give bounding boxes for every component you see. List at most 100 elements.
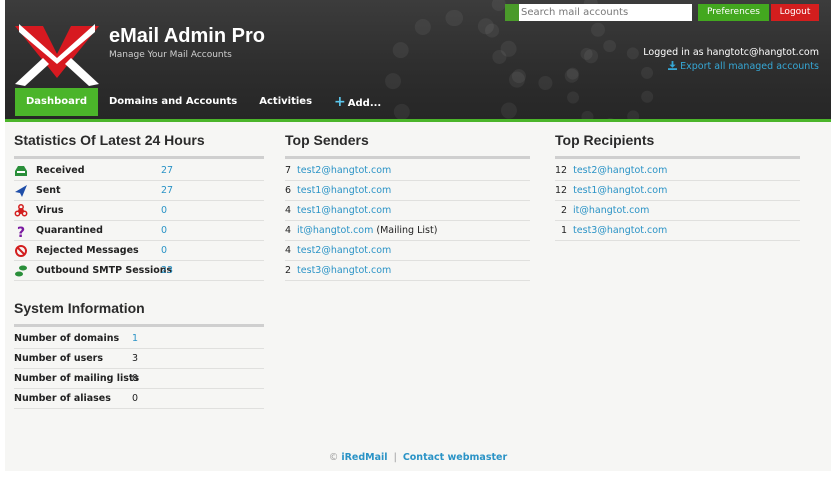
stat-row-sent: Sent 27 — [14, 181, 264, 201]
nav-domains-accounts[interactable]: Domains and Accounts — [98, 88, 248, 116]
top-senders-panel: Top Senders 7 test2@hangtot.com 6 test1@… — [285, 132, 530, 281]
sysinfo-row-aliases: Number of aliases 0 — [14, 389, 264, 409]
sysinfo-row-domains: Number of domains 1 — [14, 329, 264, 349]
search-icon — [505, 4, 519, 21]
download-icon — [668, 61, 678, 70]
product-link[interactable]: iRedMail — [341, 452, 387, 463]
svg-text:?: ? — [17, 225, 25, 238]
sender-count: 6 — [285, 185, 292, 196]
stat-label: Virus — [36, 205, 64, 216]
sysinfo-label: Number of aliases — [14, 393, 111, 404]
list-item: 2 it@hangtot.com — [555, 201, 800, 221]
received-icon — [15, 165, 27, 176]
export-accounts-link[interactable]: Export all managed accounts — [668, 61, 819, 72]
statistics-title: Statistics Of Latest 24 Hours — [14, 132, 205, 148]
app-tagline: Manage Your Mail Accounts — [109, 50, 232, 60]
divider — [285, 156, 530, 159]
stat-value-link[interactable]: 0 — [161, 245, 167, 256]
smtp-icon — [15, 265, 27, 276]
export-label: Export all managed accounts — [680, 61, 819, 72]
sender-count: 4 — [285, 245, 292, 256]
virus-icon — [14, 203, 28, 216]
sysinfo-value: 3 — [132, 353, 139, 364]
list-item: 12 test1@hangtot.com — [555, 181, 800, 201]
footer-separator: | — [393, 452, 397, 463]
contact-webmaster-link[interactable]: Contact webmaster — [403, 452, 507, 463]
nav-dashboard[interactable]: Dashboard — [15, 88, 98, 116]
mailing-list-note: (Mailing List) — [376, 225, 438, 236]
recipient-address-link[interactable]: test3@hangtot.com — [573, 225, 667, 236]
stat-label: Received — [36, 165, 85, 176]
recipient-count: 1 — [561, 225, 568, 236]
sysinfo-row-users: Number of users 3 — [14, 349, 264, 369]
nav-activities[interactable]: Activities — [248, 88, 323, 116]
nav-add[interactable]: + Add... — [323, 88, 392, 116]
sysinfo-label: Number of mailing lists — [14, 373, 140, 384]
system-info-panel: System Information Number of domains 1 N… — [14, 300, 264, 409]
nav-add-label: Add... — [347, 98, 382, 109]
logged-in-status: Logged in as hangtotc@hangtot.com — [643, 47, 819, 58]
stat-label: Quarantined — [36, 225, 103, 236]
app-title: eMail Admin Pro — [109, 25, 265, 47]
list-item: 4 test2@hangtot.com — [285, 241, 530, 261]
sender-count: 2 — [285, 265, 292, 276]
stat-value-link[interactable]: 23 — [161, 265, 173, 276]
divider — [14, 324, 264, 327]
dashboard-content: Statistics Of Latest 24 Hours Received 2… — [5, 122, 831, 471]
sysinfo-value: 0 — [132, 373, 139, 384]
list-item: 6 test1@hangtot.com — [285, 181, 530, 201]
stat-value-link[interactable]: 27 — [161, 185, 173, 196]
recipient-count: 12 — [555, 185, 568, 196]
sysinfo-value-link[interactable]: 1 — [132, 333, 138, 344]
rejected-icon — [15, 244, 27, 257]
list-item: 4 it@hangtot.com (Mailing List) — [285, 221, 530, 241]
stat-value-link[interactable]: 0 — [161, 225, 167, 236]
sysinfo-label: Number of domains — [14, 333, 120, 344]
sysinfo-label: Number of users — [14, 353, 104, 364]
divider — [555, 156, 800, 159]
stat-label: Outbound SMTP Sessions — [36, 265, 173, 276]
top-recipients-title: Top Recipients — [555, 132, 655, 148]
stat-value-link[interactable]: 27 — [161, 165, 173, 176]
recipient-address-link[interactable]: test1@hangtot.com — [573, 185, 667, 196]
copyright-symbol: © — [328, 452, 339, 463]
stat-label: Sent — [36, 185, 61, 196]
recipient-address-link[interactable]: it@hangtot.com — [573, 205, 649, 216]
quarantine-icon: ? — [17, 225, 25, 238]
recipient-address-link[interactable]: test2@hangtot.com — [573, 165, 667, 176]
sysinfo-value: 0 — [132, 393, 139, 404]
stat-row-smtp: Outbound SMTP Sessions 23 — [14, 261, 264, 281]
footer: © iRedMail | Contact webmaster — [5, 452, 831, 463]
plus-icon: + — [334, 94, 346, 110]
stat-row-received: Received 27 — [14, 161, 264, 181]
search-box — [505, 4, 692, 21]
sender-address-link[interactable]: test2@hangtot.com — [297, 245, 391, 256]
envelope-logo-icon — [15, 24, 99, 86]
stat-value-link[interactable]: 0 — [161, 205, 167, 216]
preferences-button[interactable]: Preferences — [698, 4, 769, 21]
recipient-count: 2 — [561, 205, 568, 216]
sender-address-link[interactable]: test1@hangtot.com — [297, 205, 391, 216]
divider — [14, 156, 264, 159]
list-item: 2 test3@hangtot.com — [285, 261, 530, 281]
logout-button[interactable]: Logout — [771, 4, 819, 21]
main-nav: Dashboard Domains and Accounts Activitie… — [15, 88, 392, 116]
header-banner: eMail Admin Pro Manage Your Mail Account… — [5, 0, 831, 120]
sender-address-link[interactable]: test2@hangtot.com — [297, 165, 391, 176]
search-input[interactable] — [521, 4, 691, 21]
sender-address-link[interactable]: it@hangtot.com — [297, 225, 373, 236]
stat-row-quarantined: ? Quarantined 0 — [14, 221, 264, 241]
sender-address-link[interactable]: test3@hangtot.com — [297, 265, 391, 276]
sent-icon — [15, 184, 27, 197]
list-item: 4 test1@hangtot.com — [285, 201, 530, 221]
list-item: 7 test2@hangtot.com — [285, 161, 530, 181]
sender-count: 4 — [285, 225, 292, 236]
list-item: 1 test3@hangtot.com — [555, 221, 800, 241]
sysinfo-row-mailing-lists: Number of mailing lists 0 — [14, 369, 264, 389]
stat-row-rejected: Rejected Messages 0 — [14, 241, 264, 261]
recipient-count: 12 — [555, 165, 568, 176]
top-recipients-panel: Top Recipients 12 test2@hangtot.com 12 t… — [555, 132, 800, 241]
sender-address-link[interactable]: test1@hangtot.com — [297, 185, 391, 196]
stat-row-virus: Virus 0 — [14, 201, 264, 221]
sender-count: 4 — [285, 205, 292, 216]
